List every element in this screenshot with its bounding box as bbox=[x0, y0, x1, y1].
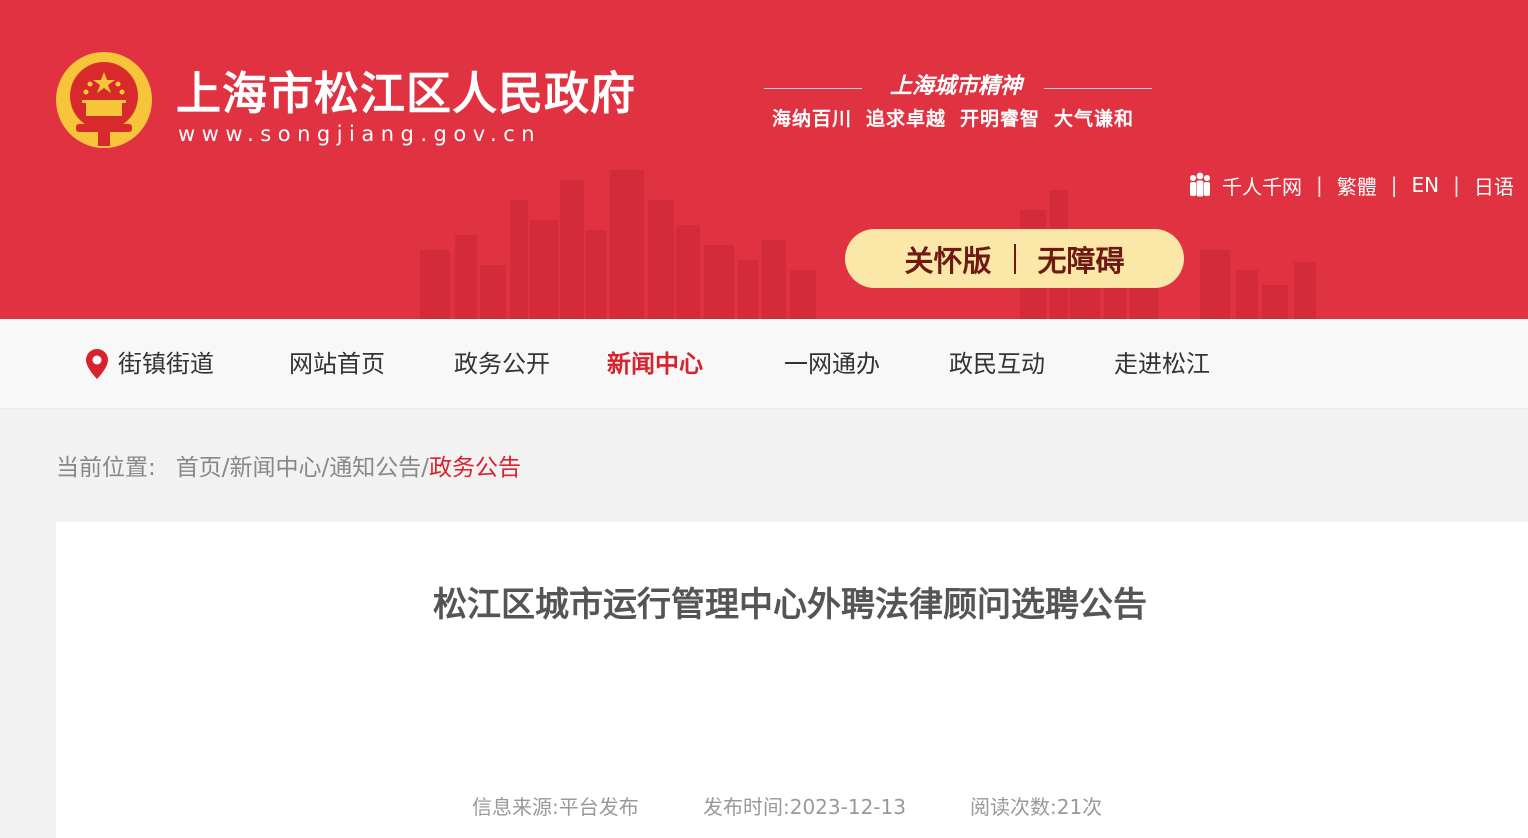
traditional-chinese-link[interactable]: 繁體 bbox=[1337, 171, 1377, 200]
city-spirit-motto: 海纳百川 追求卓越 开明睿智 大气谦和 bbox=[772, 106, 1148, 132]
spirit-divider-right bbox=[1044, 88, 1152, 89]
article-card bbox=[56, 522, 1528, 838]
national-emblem-icon bbox=[56, 52, 152, 148]
care-accessibility-pill: 关怀版 无障碍 bbox=[845, 229, 1184, 288]
breadcrumb-separator: / bbox=[221, 455, 230, 481]
lang-separator: | bbox=[1316, 173, 1323, 197]
breadcrumb-home[interactable]: 首页 bbox=[176, 455, 222, 481]
qianren-qianwang-link[interactable]: 千人千网 bbox=[1222, 171, 1302, 200]
breadcrumb-current[interactable]: 政务公告 bbox=[429, 455, 521, 481]
language-bar: 千人千网 | 繁體 | EN | 日语 bbox=[1186, 170, 1514, 200]
breadcrumb: 当前位置: 首页/新闻中心/通知公告/政务公告 bbox=[56, 452, 521, 484]
nav-item-about-songjiang[interactable]: 走进松江 bbox=[1114, 319, 1210, 409]
nav-item-one-net-service[interactable]: 一网通办 bbox=[784, 319, 880, 409]
lang-separator: | bbox=[1390, 173, 1398, 197]
motto-item: 开明睿智 bbox=[960, 108, 1041, 130]
article-read-count: 阅读次数:21次 bbox=[970, 795, 1103, 819]
care-version-button[interactable]: 关怀版 bbox=[904, 238, 991, 280]
motto-item: 大气谦和 bbox=[1054, 108, 1135, 130]
breadcrumb-separator: / bbox=[421, 455, 429, 481]
breadcrumb-label: 当前位置: bbox=[56, 455, 156, 481]
article-publish-time: 发布时间:2023-12-13 bbox=[703, 795, 906, 819]
pill-divider bbox=[1013, 243, 1016, 274]
motto-item: 追求卓越 bbox=[866, 108, 947, 130]
header-banner: 上海市松江区人民政府 www.songjiang.gov.cn 上海城市精神 海… bbox=[0, 0, 1528, 319]
lang-separator: | bbox=[1453, 173, 1460, 197]
location-pin-icon bbox=[86, 349, 108, 379]
nav-item-public-interaction[interactable]: 政民互动 bbox=[949, 319, 1045, 409]
site-title[interactable]: 上海市松江区人民政府 bbox=[176, 66, 636, 122]
motto-item: 海纳百川 bbox=[772, 108, 853, 130]
article-source: 信息来源:平台发布 bbox=[472, 795, 639, 819]
nav-item-news-center[interactable]: 新闻中心 bbox=[607, 319, 703, 409]
english-link[interactable]: EN bbox=[1412, 173, 1440, 197]
article-title: 松江区城市运行管理中心外聘法律顾问选聘公告 bbox=[433, 585, 1147, 625]
nav-item-street-towns[interactable]: 街镇街道 bbox=[118, 319, 214, 409]
nav-item-government-affairs[interactable]: 政务公开 bbox=[454, 319, 550, 409]
japanese-link[interactable]: 日语 bbox=[1474, 171, 1514, 200]
main-navigation bbox=[0, 319, 1528, 409]
breadcrumb-notices[interactable]: 通知公告 bbox=[329, 455, 421, 481]
city-skyline-graphic bbox=[420, 170, 1316, 319]
site-url: www.songjiang.gov.cn bbox=[178, 122, 542, 146]
accessibility-button[interactable]: 无障碍 bbox=[1038, 238, 1125, 280]
people-group-icon bbox=[1190, 172, 1210, 197]
city-spirit-title: 上海城市精神 bbox=[889, 73, 1022, 99]
nav-item-home[interactable]: 网站首页 bbox=[289, 319, 385, 409]
breadcrumb-news-center[interactable]: 新闻中心 bbox=[230, 455, 322, 481]
